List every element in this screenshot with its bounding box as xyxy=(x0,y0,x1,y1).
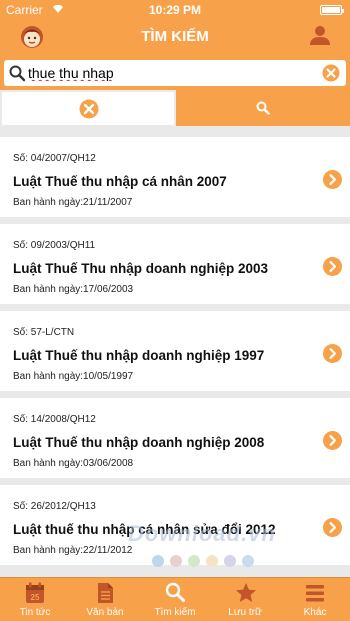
star-icon xyxy=(236,583,256,602)
chevron-right-icon[interactable] xyxy=(323,257,342,276)
page-title: TÌM KIẾM xyxy=(141,28,209,45)
search-input[interactable] xyxy=(28,63,318,83)
document-number: Số: 04/2007/QH12 xyxy=(13,153,96,164)
search-icon xyxy=(165,582,185,602)
list-item[interactable]: Số: 57-L/CTN Luật Thuế thu nhập doanh ng… xyxy=(0,311,350,391)
watermark-dot xyxy=(170,555,182,567)
cancel-icon xyxy=(79,99,99,119)
document-title: Luật Thuế Thu nhập doanh nghiệp 2003 xyxy=(13,261,269,276)
tab-news[interactable]: 25 Tin tức xyxy=(0,578,70,621)
svg-text:25: 25 xyxy=(31,593,40,602)
menu-icon xyxy=(306,585,324,602)
watermark-dot xyxy=(152,555,164,567)
tab-documents[interactable]: Văn bản xyxy=(70,578,140,621)
search-icon xyxy=(256,101,270,115)
chevron-right-icon[interactable] xyxy=(323,170,342,189)
battery-icon xyxy=(320,5,344,15)
tab-label: Lưu trữ xyxy=(228,607,262,618)
search-box[interactable] xyxy=(4,60,346,86)
issue-date: Ban hành ngày:21/11/2007 xyxy=(13,197,133,208)
issue-date: Ban hành ngày:17/06/2003 xyxy=(13,284,134,295)
status-bar: Carrier 10:29 PM xyxy=(0,0,350,20)
watermark: Download.vn xyxy=(128,521,288,567)
chevron-right-icon[interactable] xyxy=(323,344,342,363)
watermark-text: Download.vn xyxy=(128,521,276,546)
document-number: Số: 14/2008/QH12 xyxy=(13,414,96,425)
chevron-right-icon[interactable] xyxy=(323,518,342,537)
document-title: Luật Thuế thu nhập cá nhân 2007 xyxy=(13,174,227,189)
watermark-dot xyxy=(206,555,218,567)
document-number: Số: 57-L/CTN xyxy=(13,327,75,338)
chevron-right-icon[interactable] xyxy=(323,431,342,450)
user-icon[interactable] xyxy=(308,23,332,47)
tab-label: Văn bản xyxy=(86,607,124,618)
tab-more[interactable]: Khác xyxy=(280,578,350,621)
document-title: Luật Thuế thu nhập doanh nghiệp 1997 xyxy=(13,348,265,363)
document-number: Số: 09/2003/QH11 xyxy=(13,240,96,251)
tab-saved[interactable]: Lưu trữ xyxy=(210,578,280,621)
watermark-dot xyxy=(224,555,236,567)
tab-label: Tin tức xyxy=(19,607,51,618)
tab-label: Tìm kiếm xyxy=(154,607,196,618)
watermark-dots xyxy=(152,554,260,572)
issue-date: Ban hành ngày:10/05/1997 xyxy=(13,371,134,382)
document-number: Số: 26/2012/QH13 xyxy=(13,501,96,512)
tab-search[interactable]: Tìm kiếm xyxy=(140,578,210,621)
tab-label: Khác xyxy=(303,607,327,618)
document-icon xyxy=(98,583,113,603)
nav-bar: TÌM KIẾM xyxy=(0,20,350,56)
watermark-dot xyxy=(188,555,200,567)
cancel-search-button[interactable] xyxy=(2,92,174,125)
calendar-icon: 25 xyxy=(26,582,44,603)
list-item[interactable]: Số: 09/2003/QH11 Luật Thuế Thu nhập doan… xyxy=(0,224,350,304)
watermark-dot xyxy=(242,555,254,567)
list-item[interactable]: Số: 14/2008/QH12 Luật Thuế thu nhập doan… xyxy=(0,398,350,478)
tab-bar: 25 Tin tức Văn bản Tìm kiếm Lưu trữ Khác xyxy=(0,577,350,621)
search-icon xyxy=(9,65,26,82)
submit-search-button[interactable] xyxy=(176,90,350,126)
issue-date: Ban hành ngày:03/06/2008 xyxy=(13,458,134,469)
document-title: Luật Thuế thu nhập doanh nghiệp 2008 xyxy=(13,435,265,450)
clear-search-icon[interactable] xyxy=(322,64,340,82)
clock: 10:29 PM xyxy=(148,3,202,17)
search-bar xyxy=(0,56,350,90)
issue-date: Ban hành ngày:22/11/2012 xyxy=(13,545,133,556)
search-actions xyxy=(0,90,350,126)
list-item[interactable]: Số: 04/2007/QH12 Luật Thuế thu nhập cá n… xyxy=(0,137,350,217)
